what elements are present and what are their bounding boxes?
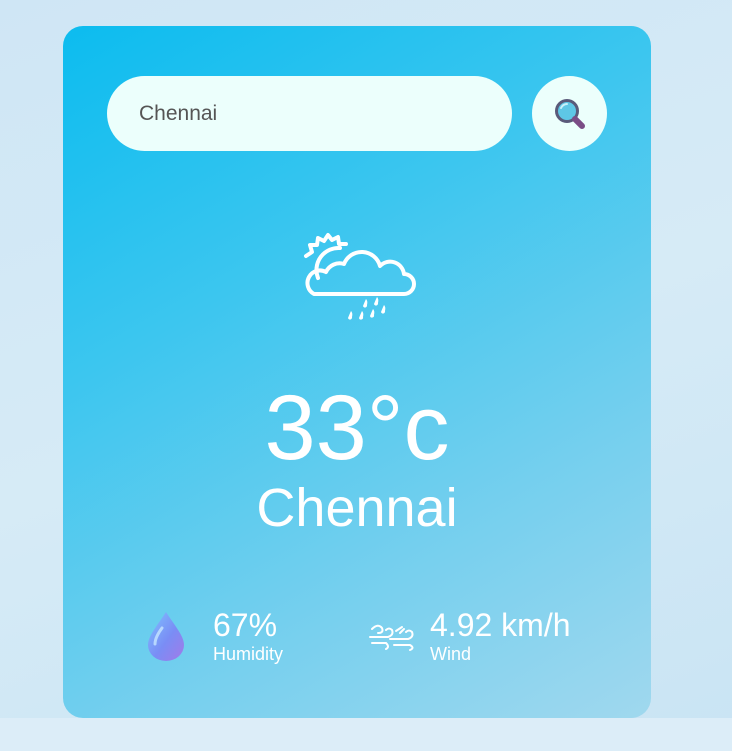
wind-label: Wind [430,644,472,664]
humidity-label: Humidity [213,644,284,664]
humidity-value: 67% [213,607,278,643]
wind-value: 4.92 km/h [430,607,571,643]
page-footer-strip [0,718,732,751]
wind-icon [369,624,414,651]
sun-cloud-rain-icon [304,233,416,320]
search-input[interactable] [137,100,482,127]
temperature: 33°c [264,377,450,479]
wind-stat: 4.92 km/h Wind [368,608,571,664]
city-name: Chennai [256,478,458,538]
humidity-stat: 67% Humidity [145,608,283,664]
water-drop-icon [148,612,184,661]
search-bar [107,76,512,151]
search-button[interactable] [532,76,607,151]
search-icon [554,98,585,129]
weather-card: 33°c Chennai 67% Humidity [63,26,651,718]
